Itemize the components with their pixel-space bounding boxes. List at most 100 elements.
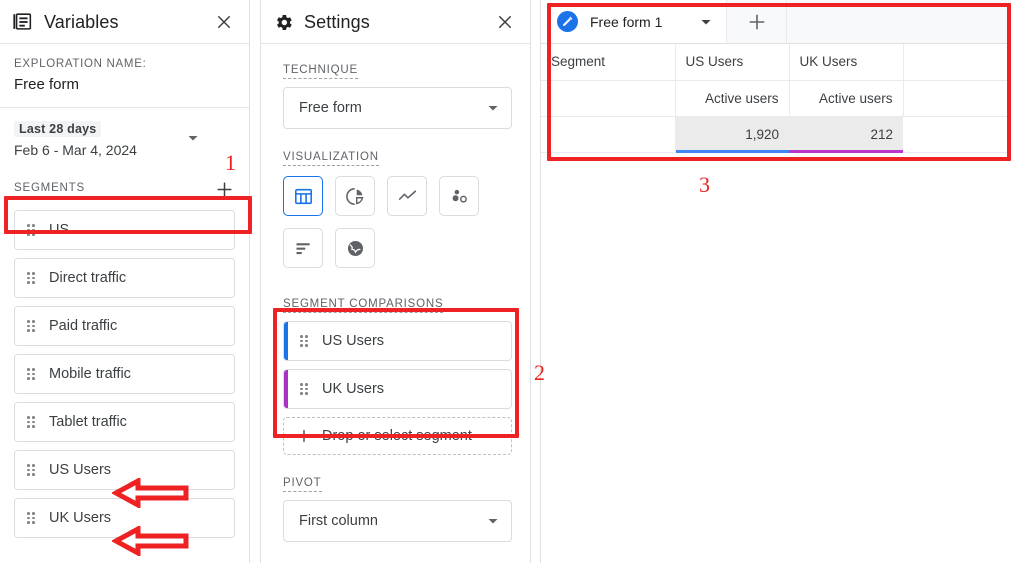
table-value-blank bbox=[541, 116, 676, 153]
segment-comparison-label: US Users bbox=[322, 333, 385, 349]
table-chart-icon[interactable] bbox=[283, 176, 323, 216]
table-header-us-users: US Users bbox=[675, 44, 790, 81]
pivot-label: PIVOT bbox=[283, 477, 322, 492]
segment-comparison-item[interactable]: UK Users bbox=[283, 369, 512, 409]
tab-title: Free form 1 bbox=[590, 13, 663, 30]
pivot-group: PIVOT First column bbox=[283, 473, 512, 542]
table-metric-blank bbox=[541, 80, 676, 117]
report-panel: Free form 1 Segment US Users UK Users Ac… bbox=[541, 0, 1011, 563]
segment-list-item-label: US bbox=[49, 222, 70, 238]
segment-list-item[interactable]: US Users bbox=[14, 450, 235, 490]
segment-list-item[interactable]: Paid traffic bbox=[14, 306, 235, 346]
segments-label: SEGMENTS bbox=[14, 182, 85, 197]
drag-handle-icon[interactable] bbox=[27, 464, 35, 476]
segment-list-item[interactable]: US bbox=[14, 210, 235, 250]
geo-map-icon[interactable] bbox=[335, 228, 375, 268]
segment-comparisons-list: US Users UK Users bbox=[283, 321, 512, 409]
tab-free-form-1[interactable]: Free form 1 bbox=[541, 0, 727, 43]
exploration-name-value[interactable]: Free form bbox=[14, 74, 235, 96]
pivot-select[interactable]: First column bbox=[283, 500, 512, 542]
settings-panel-title: Settings bbox=[304, 11, 370, 32]
date-range-chip: Last 28 days bbox=[14, 121, 102, 137]
date-range-value: Feb 6 - Mar 4, 2024 bbox=[14, 142, 137, 158]
close-icon[interactable] bbox=[213, 11, 235, 33]
drop-zone-label: Drop or select segment bbox=[322, 428, 472, 444]
technique-select[interactable]: Free form bbox=[283, 87, 512, 129]
segment-list-item-label: Tablet traffic bbox=[49, 414, 127, 430]
bar-chart-icon[interactable] bbox=[283, 228, 323, 268]
segment-list-item-label: Paid traffic bbox=[49, 318, 118, 334]
donut-chart-icon[interactable] bbox=[335, 176, 375, 216]
technique-group: TECHNIQUE Free form bbox=[283, 60, 512, 129]
variables-document-icon bbox=[12, 11, 34, 33]
drag-handle-icon[interactable] bbox=[300, 335, 308, 347]
variables-panel: Variables EXPLORATION NAME: Free form La… bbox=[0, 0, 249, 563]
chevron-down-icon[interactable] bbox=[686, 16, 712, 28]
variables-panel-header: Variables bbox=[0, 0, 249, 44]
report-table: Segment US Users UK Users Active users A… bbox=[541, 44, 1011, 153]
drag-handle-icon[interactable] bbox=[27, 320, 35, 332]
segments-list: US Direct traffic Paid traffic Mobile traff… bbox=[0, 208, 249, 538]
table-metric-uk-users: Active users bbox=[789, 80, 904, 117]
chevron-down-icon[interactable] bbox=[187, 132, 199, 144]
close-icon[interactable] bbox=[494, 11, 516, 33]
segments-section-header: SEGMENTS bbox=[0, 170, 249, 208]
app-root: Variables EXPLORATION NAME: Free form La… bbox=[0, 0, 1011, 563]
scatter-chart-icon[interactable] bbox=[439, 176, 479, 216]
variables-panel-title: Variables bbox=[44, 11, 119, 32]
table-header-uk-users: UK Users bbox=[789, 44, 904, 81]
plus-icon bbox=[296, 428, 312, 444]
table-header-segment: Segment bbox=[541, 44, 676, 81]
add-tab-button[interactable] bbox=[727, 0, 787, 43]
chevron-down-icon bbox=[487, 102, 499, 114]
chevron-down-icon bbox=[487, 515, 499, 527]
segment-comparison-label: UK Users bbox=[322, 381, 385, 397]
segment-list-item[interactable]: Tablet traffic bbox=[14, 402, 235, 442]
segment-comparisons-label: SEGMENT COMPARISONS bbox=[283, 298, 444, 313]
report-tabbar: Free form 1 bbox=[541, 0, 1011, 44]
drag-handle-icon[interactable] bbox=[27, 224, 35, 236]
exploration-name-label: EXPLORATION NAME: bbox=[14, 58, 147, 70]
drag-handle-icon[interactable] bbox=[27, 512, 35, 524]
technique-label: TECHNIQUE bbox=[283, 64, 358, 79]
drag-handle-icon[interactable] bbox=[300, 383, 308, 395]
drag-handle-icon[interactable] bbox=[27, 368, 35, 380]
segment-list-item-label: Direct traffic bbox=[49, 270, 127, 286]
segment-color-bar bbox=[284, 370, 288, 408]
visualization-label: VISUALIZATION bbox=[283, 151, 379, 166]
settings-panel-header: Settings bbox=[261, 0, 530, 44]
value-bar-us bbox=[675, 149, 789, 153]
segment-comparisons-group: SEGMENT COMPARISONS US Users UK Users Dro… bbox=[283, 294, 512, 455]
segment-list-item[interactable]: UK Users bbox=[14, 498, 235, 538]
settings-panel: Settings TECHNIQUE Free form VISUALIZATI… bbox=[261, 0, 530, 563]
drag-handle-icon[interactable] bbox=[27, 416, 35, 428]
settings-body: TECHNIQUE Free form VISUALIZATION SEGMEN… bbox=[261, 44, 530, 542]
visualization-group: VISUALIZATION bbox=[283, 147, 512, 268]
visualization-options bbox=[283, 176, 512, 268]
segment-list-item[interactable]: Mobile traffic bbox=[14, 354, 235, 394]
table-value-us-users: 1,920 bbox=[675, 116, 789, 153]
segment-list-item-label: UK Users bbox=[49, 510, 112, 526]
segment-comparison-item[interactable]: US Users bbox=[283, 321, 512, 361]
panel-divider bbox=[249, 0, 250, 563]
pivot-value: First column bbox=[299, 513, 378, 529]
drag-handle-icon[interactable] bbox=[27, 272, 35, 284]
add-segment-button[interactable] bbox=[213, 178, 235, 200]
edit-pencil-icon bbox=[557, 11, 578, 32]
value-bar-uk bbox=[789, 149, 903, 153]
table-value-uk-users-text: 212 bbox=[870, 126, 893, 142]
segment-list-item[interactable]: Direct traffic bbox=[14, 258, 235, 298]
table-value-uk-users: 212 bbox=[789, 116, 903, 153]
table-header-blank bbox=[903, 44, 1011, 81]
line-chart-icon[interactable] bbox=[387, 176, 427, 216]
table-metric-us-users: Active users bbox=[675, 80, 790, 117]
table-row: Segment US Users UK Users bbox=[541, 44, 1011, 81]
table-value-blank-2 bbox=[903, 116, 1011, 153]
segment-color-bar bbox=[284, 322, 288, 360]
table-value-us-users-text: 1,920 bbox=[745, 126, 779, 142]
date-range-picker[interactable]: Last 28 days Feb 6 - Mar 4, 2024 bbox=[0, 108, 249, 170]
gear-icon bbox=[273, 12, 294, 33]
drop-or-select-segment[interactable]: Drop or select segment bbox=[283, 417, 512, 455]
segment-list-item-label: Mobile traffic bbox=[49, 366, 131, 382]
exploration-name-section: EXPLORATION NAME: Free form bbox=[0, 44, 249, 108]
